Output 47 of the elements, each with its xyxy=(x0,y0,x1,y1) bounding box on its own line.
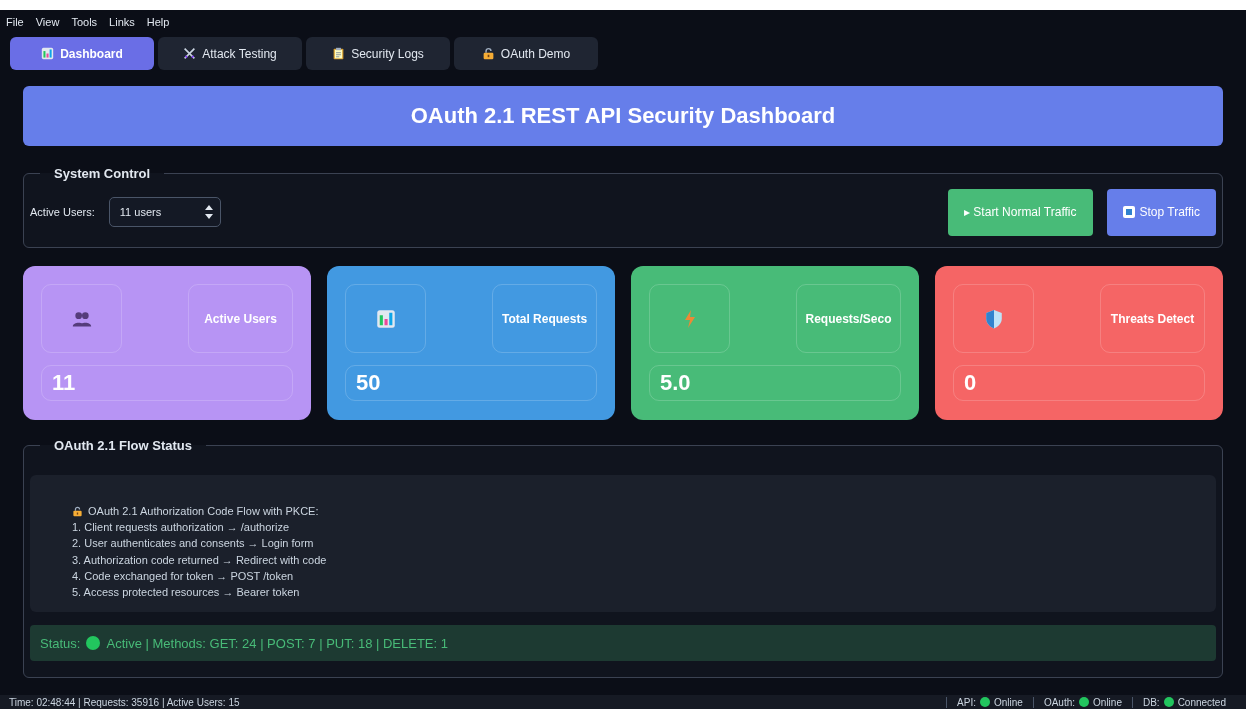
flow-step: 3. Authorization code returned → Redirect with code xyxy=(72,551,1216,568)
stat-value: 11 xyxy=(41,365,293,401)
status-label: Status: xyxy=(40,635,81,651)
service-label: DB: xyxy=(1142,696,1160,708)
stat-label: Requests/Seco xyxy=(796,284,901,353)
flow-step: 4. Code exchanged for token → POST /token xyxy=(72,567,1216,584)
panel-title: System Control xyxy=(53,166,152,181)
stat-label: Active Users xyxy=(188,284,293,353)
lock-icon xyxy=(72,505,83,517)
stat-label: Threats Detect xyxy=(1100,284,1205,353)
flow-heading: OAuth 2.1 Authorization Code Flow with PKCE: xyxy=(88,504,319,519)
flow-step: 5. Access protected resources → Bearer token xyxy=(72,584,1216,601)
stat-label: Total Requests xyxy=(492,284,597,353)
spin-arrows-icon xyxy=(203,204,214,220)
tab[interactable]: Attack Testing xyxy=(158,37,302,70)
stat-value: 5.0 xyxy=(649,365,901,401)
stop-traffic-button[interactable]: Stop Traffic xyxy=(1106,188,1216,236)
shield-icon xyxy=(983,308,1004,329)
stop-icon xyxy=(1122,206,1135,218)
active-users-label: Active Users: xyxy=(30,206,95,218)
stat-value: 50 xyxy=(345,365,597,401)
status-text: Active | Methods: GET: 24 | POST: 7 | PUT: 18 | DELETE: 1 xyxy=(106,635,448,651)
menu-item[interactable]: Help xyxy=(146,16,170,29)
bar-chart-icon xyxy=(41,47,55,60)
status-info: Time: 02:48:44 | Requests: 35916 | Active Users: 15 xyxy=(9,696,240,708)
tab[interactable]: Security Logs xyxy=(306,37,450,70)
service-label: OAuth: xyxy=(1043,696,1076,708)
clipboard-icon xyxy=(332,47,346,60)
crossed-swords-icon xyxy=(183,47,197,60)
service-status: Online xyxy=(994,696,1023,708)
tab[interactable]: Dashboard xyxy=(10,37,154,70)
bar-chart-icon xyxy=(375,308,396,329)
service-status: Connected xyxy=(1177,696,1226,708)
flow-step: 1. Client requests authorization → /authorize xyxy=(72,519,1216,536)
service-status: Online xyxy=(1093,696,1122,708)
panel-title: OAuth 2.1 Flow Status xyxy=(53,438,193,453)
active-users-spinbox[interactable]: 11 users xyxy=(108,197,221,227)
stat-value: 0 xyxy=(953,365,1205,401)
menu-item[interactable]: File xyxy=(6,16,24,29)
service-label: API: xyxy=(957,696,976,708)
menu-item[interactable]: Tools xyxy=(71,16,98,29)
tab[interactable]: OAuth Demo xyxy=(454,37,598,70)
lock-icon xyxy=(481,47,495,60)
flow-step: 2. User authenticates and consents → Login form xyxy=(72,535,1216,552)
menu-item[interactable]: Links xyxy=(109,16,135,29)
menu-item[interactable]: View xyxy=(35,16,60,29)
dashboard-title: OAuth 2.1 REST API Security Dashboard xyxy=(23,86,1223,146)
